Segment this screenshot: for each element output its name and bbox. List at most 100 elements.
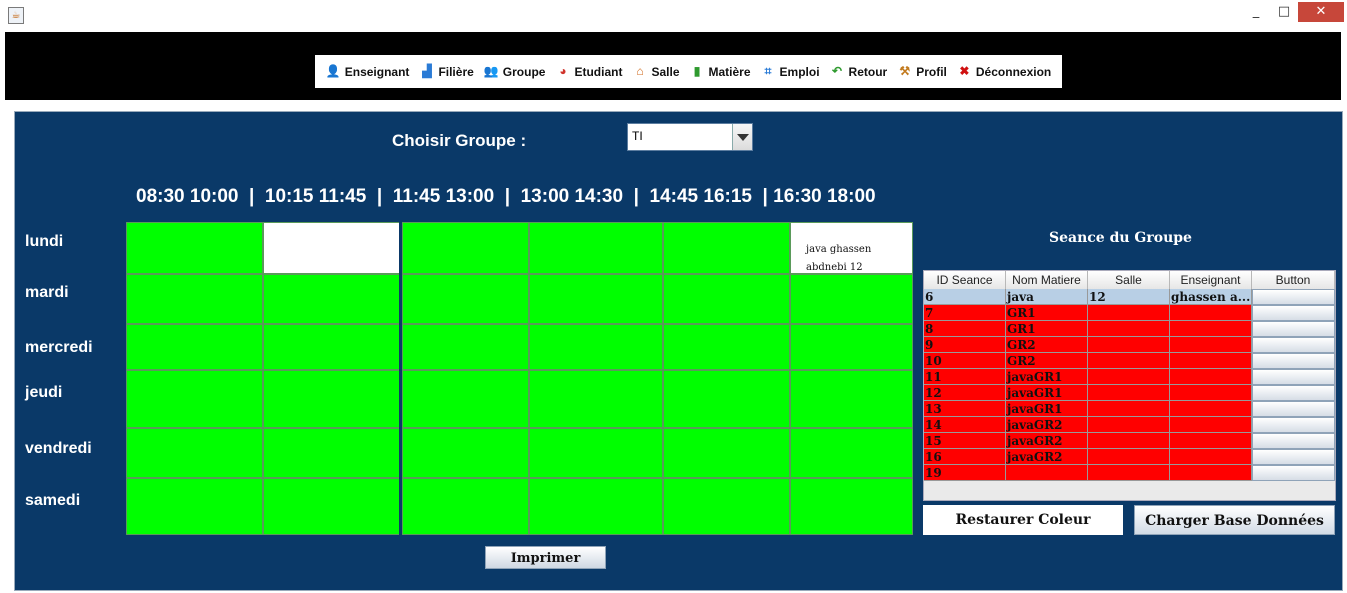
table-row[interactable]: 19 xyxy=(924,465,1335,481)
restore-color-button[interactable]: Restaurer Coleur xyxy=(923,505,1123,535)
table-row[interactable]: 9 GR2 xyxy=(924,337,1335,353)
schedule-cell-samedi-3[interactable] xyxy=(402,478,529,535)
schedule-cell-lundi-1[interactable] xyxy=(126,222,263,274)
schedule-cell-vendredi-2[interactable] xyxy=(263,428,402,478)
schedule-cell-samedi-6[interactable] xyxy=(790,478,913,535)
schedule-cell-lundi-5[interactable] xyxy=(663,222,790,274)
cell-matiere: GR1 xyxy=(1006,321,1088,337)
table-row[interactable]: 7 GR1 xyxy=(924,305,1335,321)
menu-item-filiere[interactable]: ▟ Filière xyxy=(419,64,473,79)
cell-id: 11 xyxy=(924,369,1006,385)
table-row[interactable]: 6 java 12 ghassen a... xyxy=(924,289,1335,305)
column-header-id[interactable]: ID Seance xyxy=(924,271,1006,289)
schedule-cell-lundi-4[interactable] xyxy=(529,222,663,274)
schedule-cell-vendredi-6[interactable] xyxy=(790,428,913,478)
schedule-cell-jeudi-3[interactable] xyxy=(402,370,529,428)
menu-item-label: Déconnexion xyxy=(975,64,1052,79)
cell-salle xyxy=(1088,401,1170,417)
row-action-button[interactable] xyxy=(1252,353,1335,369)
row-action-button[interactable] xyxy=(1252,417,1335,433)
schedule-cell-jeudi-4[interactable] xyxy=(529,370,663,428)
table-row[interactable]: 16 javaGR2 xyxy=(924,449,1335,465)
schedule-cell-jeudi-2[interactable] xyxy=(263,370,402,428)
schedule-cell-lundi-2[interactable] xyxy=(263,222,402,274)
menu-item-enseignant[interactable]: 👤 Enseignant xyxy=(326,64,410,79)
schedule-cell-vendredi-5[interactable] xyxy=(663,428,790,478)
row-action-button[interactable] xyxy=(1252,401,1335,417)
schedule-cell-mercredi-4[interactable] xyxy=(529,324,663,370)
row-action-button[interactable] xyxy=(1252,321,1335,337)
maximize-button[interactable]: □ xyxy=(1270,2,1298,22)
row-action-button[interactable] xyxy=(1252,289,1335,305)
menu-item-etudiant[interactable]: ◕ Etudiant xyxy=(555,64,622,79)
table-row[interactable]: 12 javaGR1 xyxy=(924,385,1335,401)
column-header-salle[interactable]: Salle xyxy=(1088,271,1170,289)
java-app-icon: ☕ xyxy=(8,7,24,24)
row-action-button[interactable] xyxy=(1252,337,1335,353)
column-header-button[interactable]: Button xyxy=(1252,271,1335,289)
minimize-button[interactable]: _ xyxy=(1242,2,1270,22)
column-header-matiere[interactable]: Nom Matiere xyxy=(1006,271,1088,289)
table-row[interactable]: 15 javaGR2 xyxy=(924,433,1335,449)
schedule-cell-samedi-4[interactable] xyxy=(529,478,663,535)
column-header-enseignant[interactable]: Enseignant xyxy=(1170,271,1252,289)
menu-item-retour[interactable]: ↶ Retour xyxy=(830,64,887,79)
home-icon: ⌂ xyxy=(636,64,644,78)
schedule-cell-mardi-6[interactable] xyxy=(790,274,913,324)
load-database-button[interactable]: Charger Base Données xyxy=(1134,505,1335,535)
menu-item-emploi[interactable]: ⌗ Emploi xyxy=(761,64,820,79)
schedule-cell-vendredi-1[interactable] xyxy=(126,428,263,478)
print-button[interactable]: Imprimer xyxy=(485,546,606,569)
schedule-cell-mercredi-1[interactable] xyxy=(126,324,263,370)
schedule-cell-jeudi-5[interactable] xyxy=(663,370,790,428)
schedule-cell-mardi-4[interactable] xyxy=(529,274,663,324)
menu-item-deconnexion[interactable]: ✖ Déconnexion xyxy=(957,64,1051,79)
schedule-cell-mercredi-6[interactable] xyxy=(790,324,913,370)
row-action-button[interactable] xyxy=(1252,449,1335,465)
table-row[interactable]: 10 GR2 xyxy=(924,353,1335,369)
schedule-cell-samedi-1[interactable] xyxy=(126,478,263,535)
table-row[interactable]: 13 javaGR1 xyxy=(924,401,1335,417)
schedule-cell-vendredi-3[interactable] xyxy=(402,428,529,478)
table-row[interactable]: 11 javaGR1 xyxy=(924,369,1335,385)
chevron-down-icon[interactable] xyxy=(732,124,752,150)
student-icon: ◕ xyxy=(559,64,567,78)
menu-item-matiere[interactable]: ▮ Matière xyxy=(690,64,751,79)
cell-matiere: GR2 xyxy=(1006,337,1088,353)
cell-enseignant xyxy=(1170,385,1252,401)
cell-id: 16 xyxy=(924,449,1006,465)
schedule-cell-jeudi-1[interactable] xyxy=(126,370,263,428)
schedule-cell-mardi-2[interactable] xyxy=(263,274,402,324)
table-row[interactable]: 14 javaGR2 xyxy=(924,417,1335,433)
schedule-cell-samedi-5[interactable] xyxy=(663,478,790,535)
schedule-entry-text: java ghassen abdnebi 12 xyxy=(806,241,871,277)
cell-matiere: java xyxy=(1006,289,1088,305)
schedule-cell-samedi-2[interactable] xyxy=(263,478,402,535)
book-icon: ▮ xyxy=(693,64,701,78)
cell-salle xyxy=(1088,369,1170,385)
schedule-cell-mardi-5[interactable] xyxy=(663,274,790,324)
row-action-button[interactable] xyxy=(1252,369,1335,385)
schedule-cell-mercredi-5[interactable] xyxy=(663,324,790,370)
schedule-cell-mercredi-3[interactable] xyxy=(402,324,529,370)
menu-item-groupe[interactable]: 👥 Groupe xyxy=(484,64,546,79)
schedule-cell-mardi-1[interactable] xyxy=(126,274,263,324)
schedule-cell-mardi-3[interactable] xyxy=(402,274,529,324)
row-action-button[interactable] xyxy=(1252,465,1335,481)
menu-item-salle[interactable]: ⌂ Salle xyxy=(632,64,679,79)
table-row[interactable]: 8 GR1 xyxy=(924,321,1335,337)
group-combobox[interactable]: TI xyxy=(627,123,753,151)
schedule-cell-mercredi-2[interactable] xyxy=(263,324,402,370)
schedule-cell-jeudi-6[interactable] xyxy=(790,370,913,428)
schedule-cell-lundi-6[interactable]: java ghassen abdnebi 12 xyxy=(790,222,913,274)
row-action-button[interactable] xyxy=(1252,305,1335,321)
menu-item-label: Groupe xyxy=(502,64,546,79)
close-window-button[interactable]: ✕ xyxy=(1298,2,1344,22)
row-action-button[interactable] xyxy=(1252,433,1335,449)
title-bar: ☕ _ □ ✕ xyxy=(0,0,1347,28)
schedule-cell-vendredi-4[interactable] xyxy=(529,428,663,478)
cell-salle: 12 xyxy=(1088,289,1170,305)
schedule-cell-lundi-3[interactable] xyxy=(402,222,529,274)
menu-item-profil[interactable]: ⚒ Profil xyxy=(897,64,947,79)
row-action-button[interactable] xyxy=(1252,385,1335,401)
